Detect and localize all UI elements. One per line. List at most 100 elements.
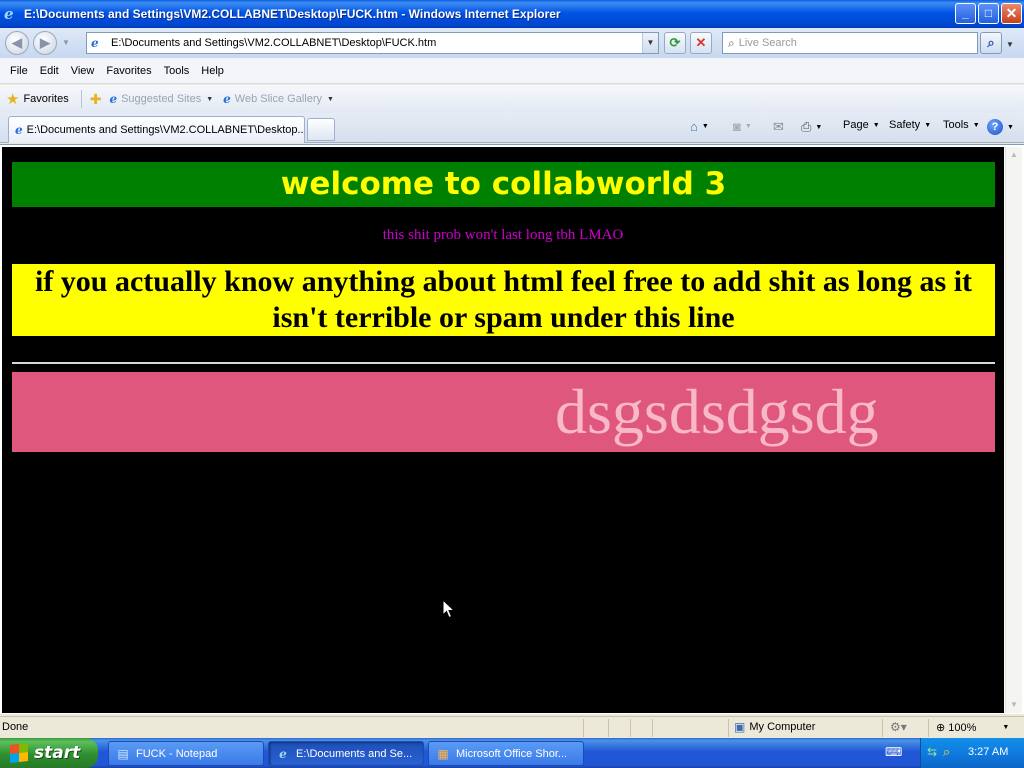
tools-menu-label: Tools	[943, 119, 969, 131]
chevron-down-icon: ▼	[815, 123, 823, 131]
recent-pages-dropdown[interactable]: ▼	[62, 38, 70, 47]
tab-active[interactable]: e E:\Documents and Settings\VM2.COLLABNE…	[8, 116, 305, 143]
status-separator	[583, 719, 584, 737]
new-tab-button[interactable]	[307, 118, 335, 141]
menu-file[interactable]: File	[4, 65, 34, 77]
read-mail-button[interactable]: ✉	[773, 119, 784, 135]
chevron-down-icon: ▼	[872, 121, 880, 129]
zoom-control[interactable]: ⊕ 100% ▼	[936, 721, 1010, 735]
search-button[interactable]: ⌕	[980, 32, 1002, 54]
maximize-button[interactable]: □	[978, 3, 999, 24]
chevron-down-icon: ▼	[1002, 724, 1010, 731]
status-separator	[728, 719, 729, 737]
suggested-sites-label: Suggested Sites	[121, 93, 202, 105]
start-label: start	[34, 743, 81, 763]
menu-help[interactable]: Help	[195, 65, 230, 77]
search-box[interactable]: ⌕ Live Search	[722, 32, 978, 54]
help-icon: ?	[987, 119, 1003, 135]
ie-icon: e	[4, 5, 14, 23]
window-title-bar[interactable]: e E:\Documents and Settings\VM2.COLLABNE…	[0, 0, 1024, 28]
protected-mode-icon[interactable]: ⚙▾	[890, 720, 907, 734]
print-button[interactable]: ⎙ ▼	[801, 119, 822, 135]
tab-row: e E:\Documents and Settings\VM2.COLLABNE…	[0, 113, 1024, 143]
system-tray: ⌨ ⇆ ⌕ 3:27 AM	[885, 738, 1024, 768]
search-icon[interactable]: ⌕	[943, 744, 950, 760]
browser-viewport: welcome to collabworld 3 this shit prob …	[0, 144, 1024, 714]
menu-tools[interactable]: Tools	[158, 65, 196, 77]
address-dropdown-button[interactable]: ▼	[642, 33, 658, 53]
page-icon: e	[91, 36, 99, 50]
chevron-down-icon: ▼	[701, 123, 709, 130]
chevron-down-icon: ▼	[924, 121, 932, 129]
security-zone[interactable]: ▣ My Computer	[734, 720, 815, 734]
vertical-scrollbar[interactable]: ▲ ▼	[1005, 147, 1022, 713]
tools-menu-button[interactable]: Tools ▼	[943, 119, 980, 131]
printer-icon: ⎙	[801, 119, 812, 134]
keyboard-icon[interactable]: ⌨	[885, 745, 902, 759]
web-slice-gallery-link[interactable]: e Web Slice Gallery ▼	[223, 92, 334, 106]
page-menu-label: Page	[843, 119, 869, 131]
address-bar[interactable]: e E:\Documents and Settings\VM2.COLLABNE…	[86, 32, 659, 54]
marquee-text: dsgsdsdgsdg	[555, 376, 879, 447]
star-icon: ★	[6, 91, 20, 108]
menu-edit[interactable]: Edit	[34, 65, 65, 77]
taskbar: start ▤ FUCK - Notepad e E:\Documents an…	[0, 738, 1024, 768]
refresh-button[interactable]: ⟳	[664, 32, 686, 54]
menu-bar: File Edit View Favorites Tools Help	[0, 58, 1024, 84]
zoom-icon: ⊕	[936, 722, 946, 734]
page-menu-button[interactable]: Page ▼	[843, 119, 880, 131]
menu-favorites[interactable]: Favorites	[100, 65, 157, 77]
suggested-sites-link[interactable]: e Suggested Sites ▼	[109, 92, 213, 106]
safety-menu-label: Safety	[889, 119, 921, 131]
start-button[interactable]: start	[0, 738, 98, 768]
minimize-button[interactable]: _	[955, 3, 976, 24]
chevron-down-icon: ▼	[972, 121, 980, 129]
add-to-favorites-bar-icon[interactable]: ✚	[90, 91, 102, 108]
feeds-button[interactable]: ◙ ▼	[733, 119, 752, 134]
status-separator	[652, 719, 653, 737]
page-subline: this shit prob won't last long tbh LMAO	[382, 227, 624, 243]
home-button[interactable]: ⌂ ▼	[690, 119, 709, 134]
zoom-level: 100%	[948, 721, 977, 734]
forward-button[interactable]: ▶	[33, 31, 57, 55]
windows-logo-icon	[10, 743, 28, 763]
tab-title: E:\Documents and Settings\VM2.COLLABNET\…	[26, 124, 304, 136]
address-input[interactable]: E:\Documents and Settings\VM2.COLLABNET\…	[111, 37, 436, 49]
favorites-separator	[80, 90, 82, 108]
office-icon: ▦	[437, 746, 449, 761]
ie-page-icon: e	[15, 123, 23, 137]
rss-icon: ◙	[733, 119, 741, 134]
address-row: ◀ ▶ ▼ e E:\Documents and Settings\VM2.CO…	[0, 28, 1024, 58]
status-separator	[608, 719, 609, 737]
chevron-down-icon: ▼	[327, 95, 334, 103]
back-button[interactable]: ◀	[5, 31, 29, 55]
stop-button[interactable]: ✕	[690, 32, 712, 54]
ie-page-icon: e	[109, 92, 118, 106]
taskbar-button-label: E:\Documents and Se...	[296, 747, 413, 760]
taskbar-button-office[interactable]: ▦ Microsoft Office Shor...	[428, 741, 584, 766]
search-options-dropdown[interactable]: ▼	[1006, 40, 1014, 49]
taskbar-button-notepad[interactable]: ▤ FUCK - Notepad	[108, 741, 264, 766]
network-icon[interactable]: ⇆	[927, 745, 937, 759]
taskbar-button-label: FUCK - Notepad	[136, 747, 218, 760]
taskbar-button-label: Microsoft Office Shor...	[456, 747, 568, 760]
favorites-button[interactable]: ★ Favorites	[6, 90, 69, 108]
mail-icon: ✉	[773, 119, 784, 134]
ie-page-icon: e	[223, 92, 231, 106]
horizontal-rule	[12, 362, 995, 364]
web-slice-gallery-label: Web Slice Gallery	[234, 93, 322, 105]
safety-menu-button[interactable]: Safety ▼	[889, 119, 931, 131]
close-button[interactable]: ✕	[1001, 3, 1022, 24]
clock[interactable]: 3:27 AM	[968, 746, 1008, 758]
menu-view[interactable]: View	[65, 65, 101, 77]
status-separator	[882, 719, 883, 737]
marquee-block: dsgsdsdgsdg	[12, 372, 995, 452]
invitation-banner: if you actually know anything about html…	[12, 264, 995, 336]
scroll-up-arrow-icon[interactable]: ▲	[1006, 147, 1022, 163]
scroll-down-arrow-icon[interactable]: ▼	[1006, 697, 1022, 713]
search-input[interactable]: Live Search	[739, 37, 797, 49]
help-button[interactable]: ? ▼	[987, 119, 1014, 135]
window-title: E:\Documents and Settings\VM2.COLLABNET\…	[24, 7, 561, 21]
chevron-down-icon: ▼	[206, 95, 214, 103]
taskbar-button-ie[interactable]: e E:\Documents and Se...	[268, 741, 424, 766]
